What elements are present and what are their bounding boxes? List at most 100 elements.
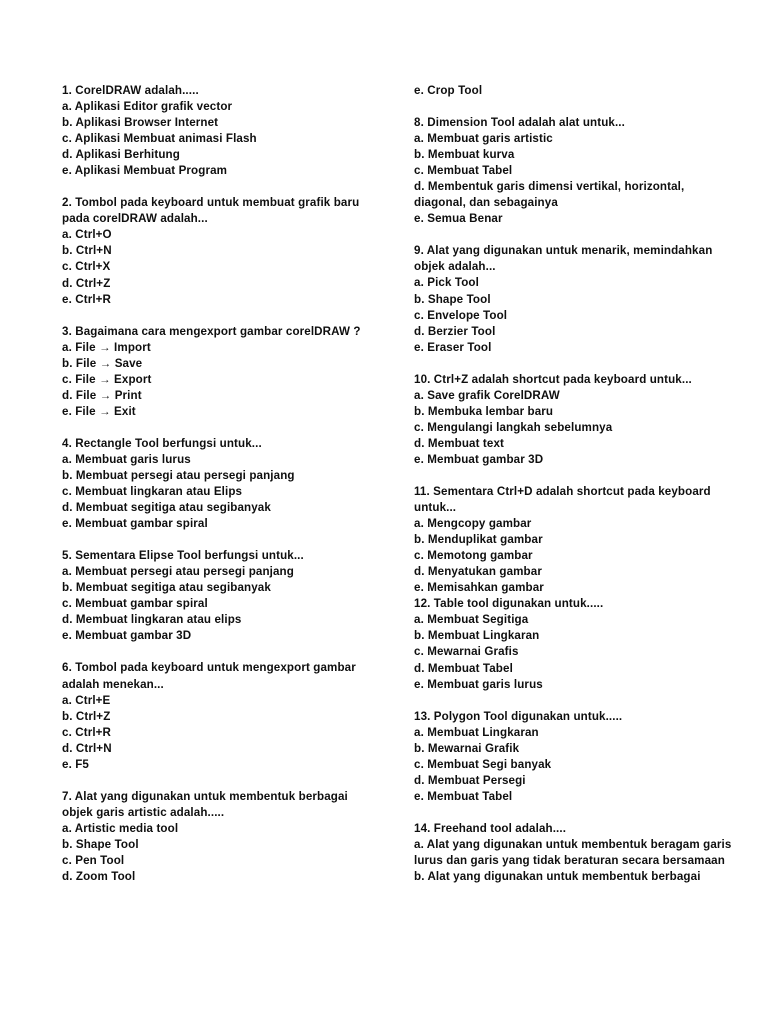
- answer-option: c. Envelope Tool: [414, 308, 508, 322]
- question-stem: 3. Bagaimana cara mengexport gambar core…: [62, 324, 361, 338]
- question-stem: 8. Dimension Tool adalah alat untuk...: [414, 116, 625, 130]
- answer-option: e. Membuat garis lurus: [414, 677, 543, 691]
- answer-option: e. Membuat gambar 3D: [62, 629, 192, 643]
- answer-option: a. Membuat Lingkaran: [414, 725, 539, 739]
- question-block: 4. Rectangle Tool berfungsi untuk... a. M…: [62, 436, 382, 532]
- question-stem: 4. Rectangle Tool berfungsi untuk...: [62, 436, 262, 450]
- question-block: 9. Alat yang digunakan untuk menarik, me…: [414, 243, 734, 355]
- question-stem: 1. CorelDRAW adalah.....: [62, 84, 199, 97]
- answer-option: b. Membuka lembar baru: [414, 404, 554, 418]
- answer-option: c. Membuat Segi banyak: [414, 757, 552, 771]
- answer-option: a. Save grafik CorelDRAW: [414, 388, 560, 402]
- answer-option: b. Mewarnai Grafik: [414, 741, 520, 755]
- question-stem: e. Crop Tool: [414, 84, 483, 97]
- answer-option: b. Shape Tool: [414, 292, 491, 306]
- answer-option: b. Ctrl+Z: [62, 709, 111, 723]
- answer-option: b. Alat yang digunakan untuk membentuk b…: [414, 870, 701, 884]
- answer-option: c. File → Export: [62, 372, 152, 386]
- question-stem: 6. Tombol pada keyboard untuk mengexport…: [62, 661, 360, 691]
- answer-option: c. Membuat lingkaran atau Elips: [62, 485, 243, 499]
- answer-option: d. Ctrl+Z: [62, 276, 111, 290]
- answer-option: d. File → Print: [62, 388, 142, 402]
- answer-option: d. Membuat Persegi: [414, 773, 526, 787]
- question-block: 8. Dimension Tool adalah alat untuk... a.…: [414, 115, 734, 227]
- question-block: 1. CorelDRAW adalah..... a. Aplikasi Edit…: [62, 83, 382, 179]
- answer-option: e. F5: [62, 757, 89, 771]
- answer-option: b. Menduplikat gambar: [414, 533, 543, 547]
- question-block: 7. Alat yang digunakan untuk membentuk b…: [62, 789, 382, 885]
- answer-option: a. Membuat Segitiga: [414, 613, 529, 627]
- question-stem: 2. Tombol pada keyboard untuk membuat gr…: [62, 196, 363, 226]
- answer-option: c. Memotong gambar: [414, 549, 533, 563]
- answer-option: a. Aplikasi Editor grafik vector: [62, 100, 233, 114]
- answer-option: d. Berzier Tool: [414, 324, 496, 338]
- answer-option: c. Ctrl+X: [62, 260, 111, 274]
- question-block: 13. Polygon Tool digunakan untuk..... a. …: [414, 709, 734, 805]
- answer-option: d. Membuat text: [414, 436, 504, 450]
- answer-option: a. Membuat garis lurus: [62, 452, 191, 466]
- answer-option: a. Alat yang digunakan untuk membentuk b…: [414, 837, 735, 867]
- answer-option: c. Mewarnai Grafis: [414, 645, 519, 659]
- question-block: 12. Table tool digunakan untuk..... a. Me…: [414, 596, 734, 692]
- answer-option: e. Membuat Tabel: [414, 789, 513, 803]
- question-stem: 7. Alat yang digunakan untuk membentuk b…: [62, 789, 352, 819]
- answer-option: c. Membuat Tabel: [414, 164, 513, 178]
- question-block: 5. Sementara Elipse Tool berfungsi untuk…: [62, 548, 382, 644]
- answer-option: e. Ctrl+R: [62, 292, 112, 306]
- answer-option: b. Aplikasi Browser Internet: [62, 116, 219, 130]
- question-stem: 14. Freehand tool adalah....: [414, 821, 567, 835]
- answer-option: d. Membentuk garis dimensi vertikal, hor…: [414, 180, 688, 210]
- right-column: e. Crop Tool 8. Dimension Tool adalah ala…: [414, 83, 734, 901]
- answer-option: b. Membuat Lingkaran: [414, 629, 540, 643]
- answer-option: e. Eraser Tool: [414, 340, 492, 354]
- question-stem: 10. Ctrl+Z adalah shortcut pada keyboard…: [414, 372, 692, 386]
- answer-option: c. Pen Tool: [62, 853, 125, 867]
- answer-option: b. Membuat segitiga atau segibanyak: [62, 581, 271, 595]
- answer-option: b. Membuat persegi atau persegi panjang: [62, 468, 295, 482]
- document-page: 1. CorelDRAW adalah..... a. Aplikasi Edit…: [0, 0, 768, 1024]
- answer-option: d. Menyatukan gambar: [414, 565, 542, 579]
- question-block: 2. Tombol pada keyboard untuk membuat gr…: [62, 195, 382, 307]
- answer-option: d. Zoom Tool: [62, 870, 136, 884]
- question-block: 3. Bagaimana cara mengexport gambar core…: [62, 324, 382, 420]
- answer-option: b. Shape Tool: [62, 837, 139, 851]
- answer-option: b. Ctrl+N: [62, 244, 112, 258]
- answer-option: e. Semua Benar: [414, 212, 503, 226]
- answer-option: d. Membuat segitiga atau segibanyak: [62, 501, 271, 515]
- question-block: 14. Freehand tool adalah.... a. Alat yang…: [414, 821, 734, 885]
- question-block: 10. Ctrl+Z adalah shortcut pada keyboard…: [414, 372, 734, 468]
- question-stem: 5. Sementara Elipse Tool berfungsi untuk…: [62, 549, 304, 563]
- answer-option: c. Ctrl+R: [62, 725, 112, 739]
- answer-option: d. Membuat lingkaran atau elips: [62, 613, 242, 627]
- answer-option: c. Aplikasi Membuat animasi Flash: [62, 132, 257, 146]
- answer-option: e. File → Exit: [62, 404, 136, 418]
- answer-option: a. Ctrl+E: [62, 693, 111, 707]
- answer-option: e. Membuat gambar 3D: [414, 452, 544, 466]
- question-block: 11. Sementara Ctrl+D adalah shortcut pad…: [414, 484, 734, 596]
- answer-option: a. File → Import: [62, 340, 151, 354]
- question-stem: 9. Alat yang digunakan untuk menarik, me…: [414, 244, 716, 274]
- question-stem: 13. Polygon Tool digunakan untuk.....: [414, 709, 623, 723]
- two-column-layout: 1. CorelDRAW adalah..... a. Aplikasi Edit…: [0, 83, 768, 901]
- answer-option: e. Membuat gambar spiral: [62, 517, 208, 531]
- answer-option: a. Membuat persegi atau persegi panjang: [62, 565, 294, 579]
- answer-option: a. Membuat garis artistic: [414, 132, 553, 146]
- answer-option: a. Pick Tool: [414, 276, 479, 290]
- left-column: 1. CorelDRAW adalah..... a. Aplikasi Edit…: [62, 83, 382, 901]
- question-stem: 11. Sementara Ctrl+D adalah shortcut pad…: [414, 484, 715, 515]
- answer-option: a. Artistic media tool: [62, 821, 179, 835]
- answer-option: e. Aplikasi Membuat Program: [62, 164, 228, 178]
- answer-option: a. Mengcopy gambar: [414, 517, 532, 531]
- answer-option: d. Membuat Tabel: [414, 661, 513, 675]
- answer-option: a. Ctrl+O: [62, 228, 112, 242]
- question-stem: 12. Table tool digunakan untuk.....: [414, 597, 604, 611]
- answer-option: c. Mengulangi langkah sebelumnya: [414, 420, 613, 434]
- question-block: 6. Tombol pada keyboard untuk mengexport…: [62, 660, 382, 772]
- question-block: e. Crop Tool: [414, 83, 734, 99]
- answer-option: d. Aplikasi Berhitung: [62, 148, 180, 162]
- answer-option: c. Membuat gambar spiral: [62, 597, 208, 611]
- answer-option: d. Ctrl+N: [62, 741, 112, 755]
- answer-option: b. Membuat kurva: [414, 148, 515, 162]
- answer-option: b. File → Save: [62, 356, 143, 370]
- answer-option: e. Memisahkan gambar: [414, 581, 544, 595]
